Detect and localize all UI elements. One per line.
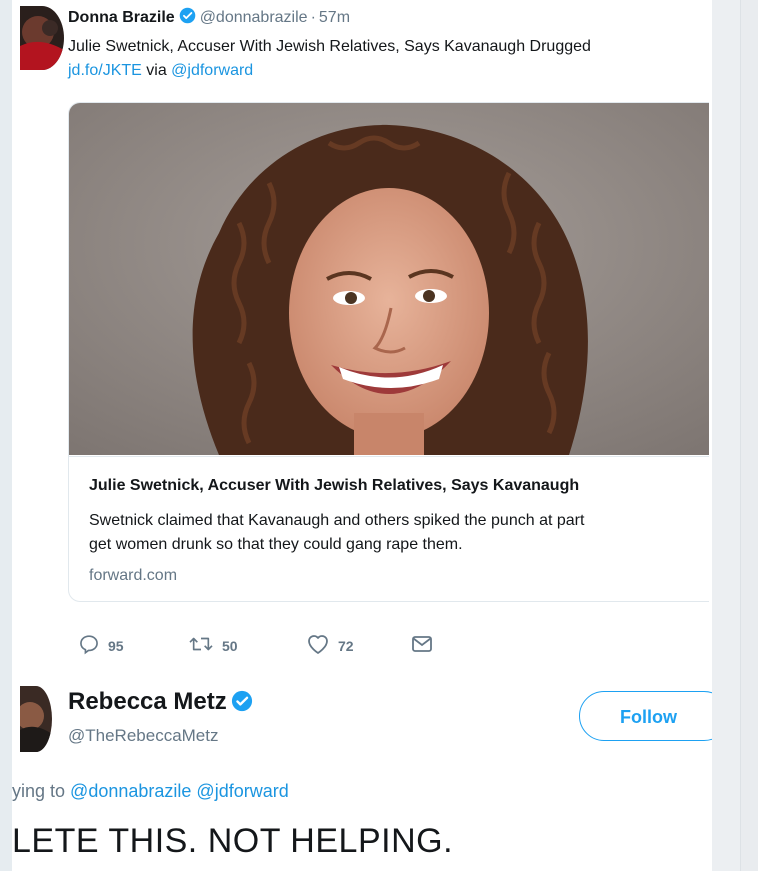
like-count: 72 (338, 638, 354, 654)
retweet-count: 50 (222, 638, 238, 654)
avatar[interactable] (20, 6, 64, 70)
card-image (69, 103, 709, 463)
tweet-text-line: Julie Swetnick, Accuser With Jewish Rela… (68, 38, 591, 55)
direct-message-button[interactable] (410, 632, 434, 660)
heart-icon (306, 633, 330, 660)
link-preview-card[interactable]: Julie Swetnick, Accuser With Jewish Rela… (68, 102, 709, 602)
mention-link[interactable]: @jdforward (196, 781, 288, 801)
portrait-photo (69, 103, 709, 463)
like-button[interactable]: 72 (306, 632, 354, 660)
reply-button[interactable]: 95 (78, 632, 124, 660)
retweet-button[interactable]: 50 (188, 632, 238, 660)
separator: · (310, 9, 316, 26)
user-handle[interactable]: @TheRebeccaMetz (68, 726, 219, 746)
avatar-image (20, 6, 64, 70)
scrollbar-track[interactable] (740, 0, 758, 871)
tweet-link[interactable]: jd.fo/JKTE (68, 62, 142, 79)
card-title: Julie Swetnick, Accuser With Jewish Rela… (89, 477, 580, 494)
tweet-header: Donna Brazile @donnabrazile · 57m (68, 7, 350, 29)
tweet-text: Julie Swetnick, Accuser With Jewish Rela… (68, 35, 708, 83)
card-description-line: get women drunk so that they could gang … (89, 536, 463, 553)
card-description-line: Swetnick claimed that Kavanaugh and othe… (89, 512, 585, 529)
mention-link[interactable]: @jdforward (171, 62, 253, 79)
display-name[interactable]: Donna Brazile (68, 9, 175, 26)
tweet-text: LETE THIS. NOT HELPING. (12, 822, 454, 860)
left-gutter (0, 0, 12, 871)
replying-to: ying to @donnabrazile @jdforward (12, 781, 289, 802)
follow-button[interactable]: Follow (579, 691, 712, 741)
avatar[interactable] (20, 686, 52, 752)
via-text: via (141, 62, 172, 79)
tweet2-header: Rebecca Metz (68, 688, 253, 719)
user-handle[interactable]: @donnabrazile (200, 9, 308, 26)
timestamp[interactable]: 57m (319, 9, 350, 26)
retweet-icon (188, 633, 214, 660)
screenshot-canvas: Donna Brazile @donnabrazile · 57m Julie Swe… (0, 0, 758, 871)
card-body: Julie Swetnick, Accuser With Jewish Rela… (69, 456, 709, 601)
mention-link[interactable]: @donnabrazile (70, 781, 191, 801)
card-domain: forward.com (89, 567, 178, 584)
envelope-icon (410, 633, 434, 660)
tweet-thread: Donna Brazile @donnabrazile · 57m Julie Swe… (12, 0, 712, 871)
display-name[interactable]: Rebecca Metz (68, 688, 227, 715)
tweet-text-line: jd.fo/JKTE via @jdforward (68, 59, 708, 83)
verified-badge-icon (179, 7, 196, 29)
reply-count: 95 (108, 638, 124, 654)
reply-icon (78, 633, 100, 660)
replying-prefix: ying to (12, 781, 71, 801)
verified-badge-icon (231, 690, 253, 719)
card-description: Swetnick claimed that Kavanaugh and othe… (89, 509, 709, 557)
avatar-image (20, 686, 52, 752)
